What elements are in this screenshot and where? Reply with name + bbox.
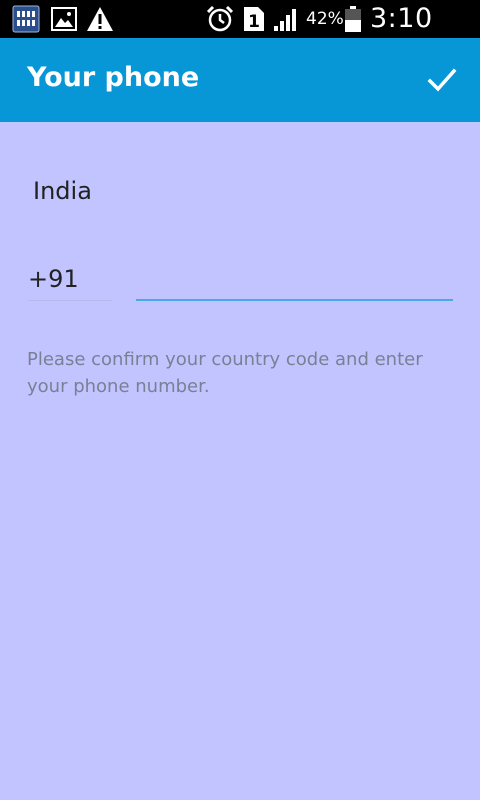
country-selector[interactable]: India	[33, 177, 92, 205]
battery-percentage: 42%	[306, 9, 344, 29]
phone-number-field[interactable]	[136, 258, 453, 301]
app-notification-icon	[12, 5, 40, 37]
country-code-field[interactable]	[28, 258, 112, 301]
signal-icon	[272, 5, 300, 37]
page-title: Your phone	[27, 62, 200, 93]
phone-form: India Please confirm your country code a…	[0, 122, 480, 800]
checkmark-icon	[427, 68, 457, 92]
status-bar: 1 42% 3:10 PM	[0, 0, 480, 65]
warning-icon	[86, 5, 114, 37]
battery-icon	[344, 5, 362, 37]
phone-number-input[interactable]	[136, 258, 453, 299]
confirm-button[interactable]	[424, 62, 460, 98]
sim-1-icon: 1	[242, 5, 266, 37]
alarm-icon	[206, 5, 234, 37]
instruction-text: Please confirm your country code and ent…	[27, 349, 423, 397]
image-icon	[50, 5, 78, 37]
country-code-input[interactable]	[28, 258, 112, 300]
sim-label: 1	[248, 12, 260, 32]
app-bar: Your phone	[0, 38, 480, 122]
